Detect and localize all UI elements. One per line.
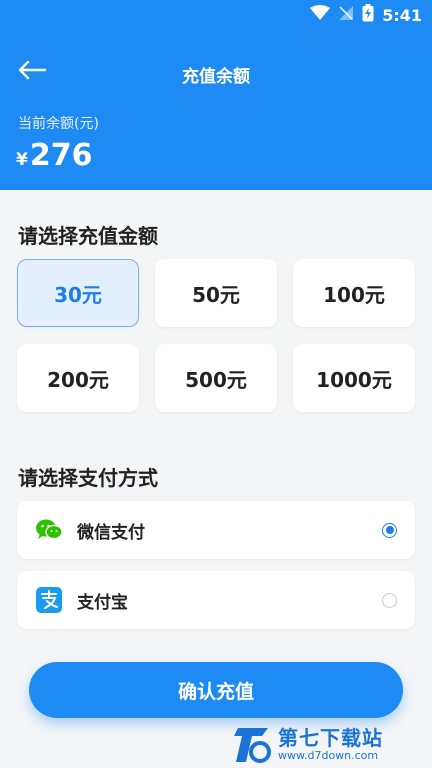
radio-unselected-icon[interactable] <box>382 592 397 608</box>
confirm-recharge-button[interactable]: 确认充值 <box>29 662 403 718</box>
alipay-icon <box>35 586 63 614</box>
amount-option-50[interactable]: 50元 <box>155 259 277 327</box>
currency-symbol: ¥ <box>16 150 28 170</box>
watermark-url: www.d7down.com <box>278 749 379 762</box>
watermark-logo-icon <box>234 728 271 763</box>
status-bar: 5:41 <box>0 0 432 28</box>
balance-amount: 276 <box>29 138 93 173</box>
payment-section-title: 请选择支付方式 <box>18 466 158 490</box>
amount-grid: 30元 50元 100元 200元 500元 1000元 <box>17 259 415 413</box>
payment-label-wechat: 微信支付 <box>77 522 145 543</box>
battery-charging-icon <box>362 4 374 26</box>
amount-option-500[interactable]: 500元 <box>155 344 277 412</box>
watermark: 第七下载站 www.d7down.com <box>232 722 432 768</box>
amount-option-30[interactable]: 30元 <box>17 259 139 327</box>
radio-selected-icon[interactable] <box>382 522 397 538</box>
balance-label: 当前余额(元) <box>18 116 99 132</box>
amount-option-200[interactable]: 200元 <box>17 344 139 412</box>
wifi-icon <box>310 5 331 25</box>
payment-option-alipay[interactable]: 支付宝 <box>17 571 415 629</box>
wechat-icon <box>35 516 63 544</box>
nav-bar: 充值余额 <box>0 50 432 96</box>
amount-option-100[interactable]: 100元 <box>293 259 415 327</box>
header-banner: 5:41 充值余额 当前余额(元) ¥ 276 <box>0 0 432 190</box>
no-signal-icon <box>338 5 354 25</box>
page-title: 充值余额 <box>182 67 250 87</box>
payment-option-wechat[interactable]: 微信支付 <box>17 501 415 559</box>
amount-section-title: 请选择充值金额 <box>18 224 158 248</box>
watermark-name: 第七下载站 <box>278 726 383 750</box>
balance-display: ¥ 276 <box>16 138 92 173</box>
payment-label-alipay: 支付宝 <box>77 592 128 613</box>
amount-option-1000[interactable]: 1000元 <box>293 344 415 412</box>
status-time: 5:41 <box>382 5 422 25</box>
